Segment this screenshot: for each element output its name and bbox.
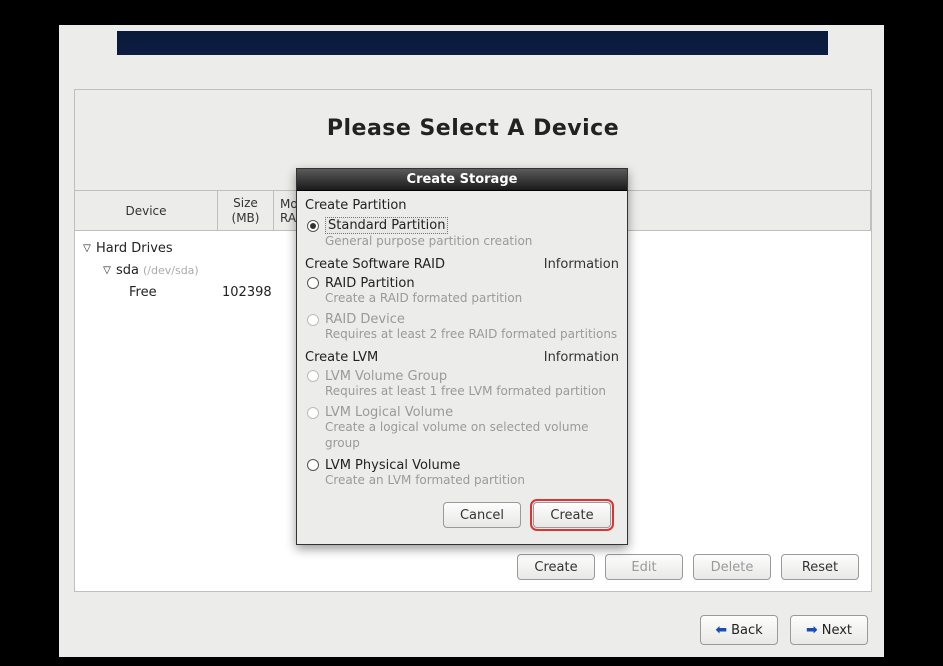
dialog-create-button[interactable]: Create xyxy=(533,502,611,528)
option-hint: Create a RAID formated partition xyxy=(305,291,619,311)
installer-window: Please Select A Device ⬉ Device Size (MB… xyxy=(59,25,884,657)
header-band xyxy=(117,31,828,55)
option-hint: Requires at least 1 free LVM formated pa… xyxy=(305,384,619,404)
nav-buttons: ⬅ Back ➡ Next xyxy=(700,615,868,645)
section-create-lvm: Create LVM Information xyxy=(305,347,619,367)
radio-icon[interactable] xyxy=(307,220,319,232)
option-lvm-vg: LVM Volume Group xyxy=(305,367,619,384)
section-create-partition: Create Partition xyxy=(305,195,619,215)
free-size: 102398 xyxy=(218,285,274,300)
create-storage-dialog: Create Storage Create Partition Standard… xyxy=(296,168,628,545)
tree-label: Free xyxy=(129,285,157,300)
option-standard-partition[interactable]: Standard Partition xyxy=(305,215,619,234)
radio-icon xyxy=(307,407,319,419)
tree-label: sda xyxy=(116,263,139,278)
option-hint: General purpose partition creation xyxy=(305,234,619,254)
col-device[interactable]: Device xyxy=(75,191,218,230)
next-button[interactable]: ➡ Next xyxy=(790,615,868,645)
dialog-body: Create Partition Standard Partition Gene… xyxy=(297,191,627,544)
action-bar: Create Edit Delete Reset xyxy=(517,554,859,580)
option-label: LVM Physical Volume xyxy=(325,458,460,473)
section-label: Create Partition xyxy=(305,198,407,213)
col-size-l2: (MB) xyxy=(232,211,260,225)
raid-info-link[interactable]: Information xyxy=(544,257,619,272)
arrow-right-icon: ➡ xyxy=(806,622,818,638)
device-path: (/dev/sda) xyxy=(143,264,199,277)
arrow-left-icon: ⬅ xyxy=(715,622,727,638)
option-label: Standard Partition xyxy=(325,217,448,234)
back-label: Back xyxy=(731,623,763,638)
back-button[interactable]: ⬅ Back xyxy=(700,615,778,645)
option-raid-device: RAID Device xyxy=(305,310,619,327)
next-label: Next xyxy=(822,623,852,638)
tree-label: Hard Drives xyxy=(96,241,173,256)
option-label: RAID Partition xyxy=(325,276,415,291)
section-create-raid: Create Software RAID Information xyxy=(305,254,619,274)
dialog-title: Create Storage xyxy=(297,169,627,191)
dialog-button-row: Cancel Create xyxy=(305,492,619,538)
radio-icon[interactable] xyxy=(307,277,319,289)
option-label: LVM Logical Volume xyxy=(325,405,453,420)
expand-icon[interactable]: ▽ xyxy=(101,265,113,276)
radio-icon[interactable] xyxy=(307,459,319,471)
col-size-l1: Size xyxy=(233,196,258,210)
radio-icon xyxy=(307,370,319,382)
option-label: LVM Volume Group xyxy=(325,369,447,384)
lvm-info-link[interactable]: Information xyxy=(544,350,619,365)
delete-button[interactable]: Delete xyxy=(693,554,771,580)
reset-button[interactable]: Reset xyxy=(781,554,859,580)
option-hint: Requires at least 2 free RAID formated p… xyxy=(305,327,619,347)
option-raid-partition[interactable]: RAID Partition xyxy=(305,274,619,291)
option-hint: Create an LVM formated partition xyxy=(305,473,619,493)
page-title: Please Select A Device xyxy=(75,90,871,165)
dialog-cancel-button[interactable]: Cancel xyxy=(443,502,521,528)
option-lvm-lv: LVM Logical Volume xyxy=(305,403,619,420)
option-label: RAID Device xyxy=(325,312,405,327)
edit-button[interactable]: Edit xyxy=(605,554,683,580)
create-button[interactable]: Create xyxy=(517,554,595,580)
option-lvm-pv[interactable]: LVM Physical Volume xyxy=(305,456,619,473)
col-size[interactable]: Size (MB) xyxy=(218,191,274,230)
option-hint: Create a logical volume on selected volu… xyxy=(305,420,619,455)
section-label: Create Software RAID xyxy=(305,257,445,272)
section-label: Create LVM xyxy=(305,350,378,365)
radio-icon xyxy=(307,314,319,326)
expand-icon[interactable]: ▽ xyxy=(81,243,93,254)
